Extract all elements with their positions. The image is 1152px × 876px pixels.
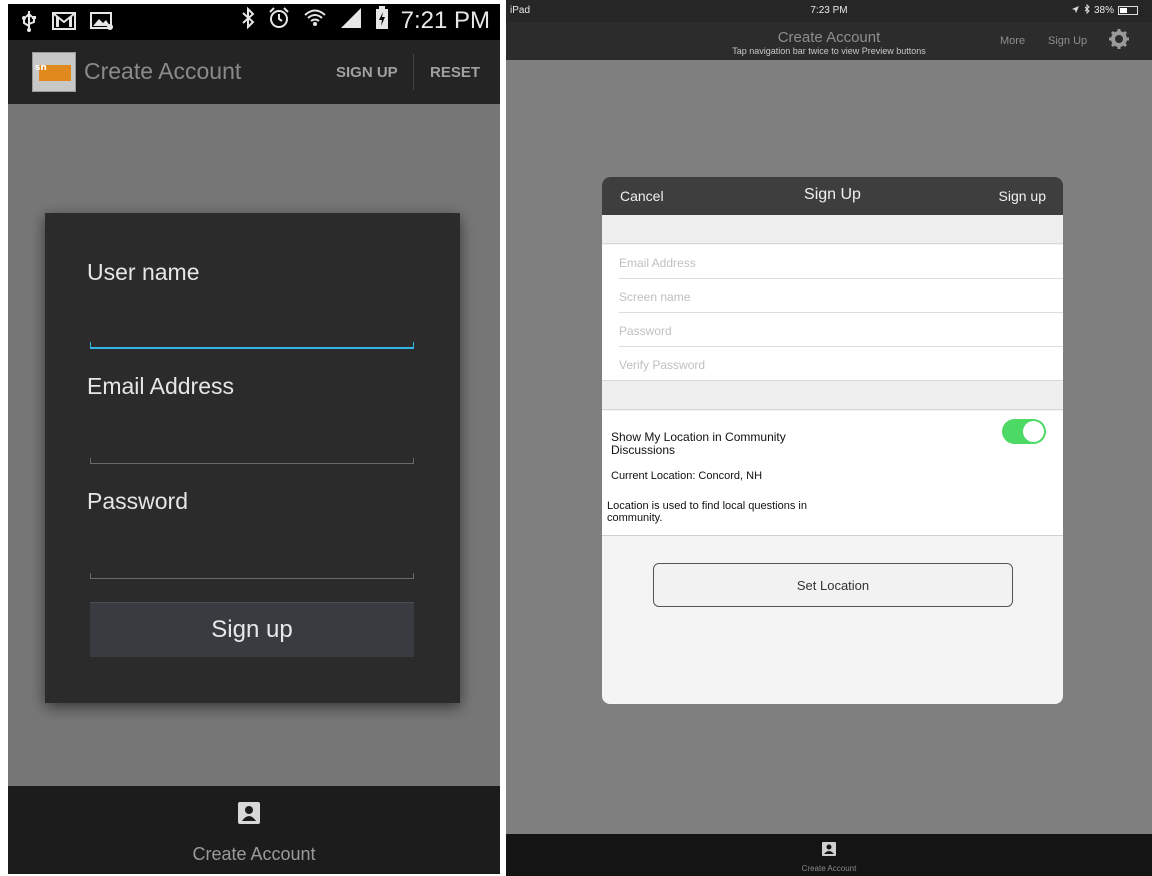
set-location-button[interactable]: Set Location	[653, 563, 1013, 607]
username-label: User name	[87, 259, 200, 285]
nav-signup-button[interactable]: Sign Up	[1048, 35, 1087, 47]
action-signup-button[interactable]: SIGN UP	[336, 64, 398, 81]
battery-icon	[1118, 6, 1138, 15]
show-location-toggle[interactable]	[1002, 419, 1046, 444]
show-location-label: Show My Location in Community Discussion…	[611, 430, 786, 457]
system-icons: 7:21 PM	[241, 6, 490, 36]
verify-password-placeholder: Verify Password	[619, 358, 706, 372]
ipad-navigation-bar[interactable]: Create Account Tap navigation bar twice …	[506, 22, 1152, 60]
password-input[interactable]: Password	[602, 313, 1063, 347]
tab-create-account[interactable]: Create Account	[506, 864, 1152, 873]
image-notification-icon	[90, 11, 114, 37]
modal-header: Cancel Sign Up Sign up	[602, 177, 1063, 215]
gear-icon[interactable]	[1108, 28, 1130, 55]
android-status-bar: 7:21 PM	[8, 4, 500, 40]
battery-charging-icon	[375, 6, 389, 36]
battery-indicator: 38%	[1071, 3, 1138, 17]
action-bar-title: Create Account	[84, 58, 242, 84]
bluetooth-icon	[241, 6, 255, 35]
email-address-input[interactable]: Email Address	[602, 245, 1063, 279]
ipad-status-bar: iPad 7:23 PM 38%	[506, 0, 1152, 22]
password-label: Password	[87, 488, 188, 514]
signal-icon	[339, 7, 363, 35]
logo-text: sn	[35, 63, 47, 73]
notification-icons	[20, 10, 114, 38]
screen-name-placeholder: Screen name	[619, 290, 691, 304]
modal-title: Sign Up	[804, 186, 861, 203]
nav-hint: Tap navigation bar twice to view Preview…	[732, 46, 926, 56]
action-reset-button[interactable]: RESET	[430, 64, 480, 81]
android-screen: 7:21 PM sn Create Account SIGN UP RESET …	[8, 4, 500, 874]
signup-dialog: User name Email Address Password Sign up	[45, 213, 460, 703]
signup-button[interactable]: Sign up	[90, 602, 414, 657]
battery-percent: 38%	[1093, 5, 1114, 16]
location-note: Location is used to find local questions…	[607, 500, 807, 524]
android-action-bar: sn Create Account SIGN UP RESET	[8, 40, 500, 104]
signup-modal: Cancel Sign Up Sign up Email Address Scr…	[602, 177, 1063, 704]
ipad-tab-bar: Create Account	[506, 834, 1152, 876]
location-section: Show My Location in Community Discussion…	[602, 411, 1063, 536]
app-logo[interactable]: sn	[32, 52, 76, 92]
email-field[interactable]	[90, 454, 414, 464]
location-arrow-icon	[1071, 5, 1080, 17]
ipad-screen: iPad 7:23 PM 38% Create Account Tap navi…	[506, 0, 1152, 876]
status-time: 7:21 PM	[400, 7, 490, 34]
usb-icon	[20, 10, 38, 38]
alarm-icon	[267, 6, 291, 36]
modal-signup-button[interactable]: Sign up	[999, 188, 1046, 204]
username-field[interactable]	[90, 339, 414, 349]
email-label: Email Address	[87, 373, 235, 399]
status-time: 7:23 PM	[810, 5, 848, 16]
verify-password-input[interactable]: Verify Password	[602, 347, 1063, 381]
screen-name-input[interactable]: Screen name	[602, 279, 1063, 313]
bluetooth-icon	[1084, 3, 1090, 17]
person-icon[interactable]	[238, 802, 260, 824]
password-field[interactable]	[90, 569, 414, 579]
android-bottom-tab-bar: Create Account	[8, 786, 500, 874]
section-separator	[602, 215, 1063, 244]
action-divider	[413, 54, 414, 90]
nav-more-button[interactable]: More	[1000, 35, 1025, 47]
tab-create-account[interactable]: Create Account	[8, 844, 500, 865]
current-location-text: Current Location: Concord, NH	[611, 470, 763, 482]
email-placeholder: Email Address	[619, 256, 696, 270]
wifi-icon	[303, 6, 327, 36]
gmail-icon	[52, 11, 76, 37]
password-placeholder: Password	[619, 324, 672, 338]
person-icon[interactable]	[822, 842, 836, 856]
section-separator	[602, 380, 1063, 410]
